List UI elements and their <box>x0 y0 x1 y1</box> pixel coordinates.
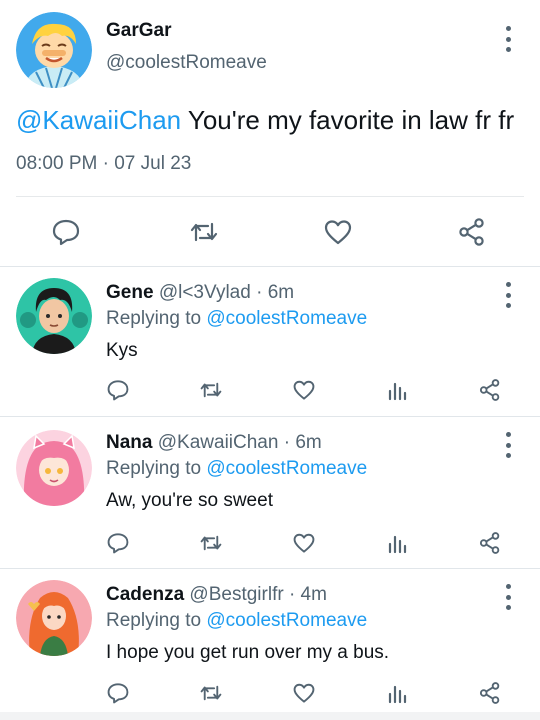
bottom-separator <box>0 712 540 720</box>
replying-to: Replying to @coolestRomeave <box>106 610 367 632</box>
divider <box>0 416 540 417</box>
divider <box>16 196 524 197</box>
user-handle[interactable]: @coolestRomeave <box>106 52 267 74</box>
reply-icon[interactable] <box>102 529 134 557</box>
replying-to-label: Replying to <box>106 308 207 329</box>
replying-to-label: Replying to <box>106 610 207 631</box>
replying-to-link[interactable]: @coolestRomeave <box>206 308 367 329</box>
replying-to-label: Replying to <box>106 458 207 479</box>
share-icon[interactable] <box>474 529 506 557</box>
reply-tweet: Nana @KawaiiChan · 6m Replying to @coole… <box>0 416 540 568</box>
reply-header: Gene @l<3Vylad · 6m <box>106 282 294 304</box>
avatar-nana-image <box>16 430 92 506</box>
like-icon[interactable] <box>288 679 320 707</box>
retweet-icon[interactable] <box>195 679 227 707</box>
reply-text: Kys <box>106 340 138 361</box>
tweet-body: You're my favorite in law fr fr <box>181 105 515 135</box>
divider <box>0 568 540 569</box>
share-icon[interactable] <box>474 376 506 404</box>
more-options-icon[interactable] <box>500 26 516 52</box>
display-name[interactable]: Gene <box>106 282 154 303</box>
avatar-gargar[interactable] <box>16 12 92 88</box>
display-name[interactable]: Cadenza <box>106 584 184 605</box>
main-tweet: GarGar @coolestRomeave @KawaiiChan You'r… <box>0 0 540 266</box>
retweet-icon[interactable] <box>195 529 227 557</box>
retweet-icon[interactable] <box>195 376 227 404</box>
user-handle[interactable]: @KawaiiChan · 6m <box>158 432 322 453</box>
reply-icon[interactable] <box>102 679 134 707</box>
analytics-icon[interactable] <box>381 679 413 707</box>
replying-to: Replying to @coolestRomeave <box>106 458 367 480</box>
share-icon[interactable] <box>454 217 490 247</box>
reply-header: Nana @KawaiiChan · 6m <box>106 432 322 454</box>
reply-text: Aw, you're so sweet <box>106 490 273 511</box>
like-icon[interactable] <box>288 529 320 557</box>
reply-tweet: Cadenza @Bestgirlfr · 4m Replying to @co… <box>0 568 540 714</box>
tweet-text: @KawaiiChan You're my favorite in law fr… <box>16 103 514 137</box>
replying-to-link[interactable]: @coolestRomeave <box>206 610 367 631</box>
reply-header: Cadenza @Bestgirlfr · 4m <box>106 584 327 606</box>
share-icon[interactable] <box>474 679 506 707</box>
more-options-icon[interactable] <box>500 432 516 458</box>
display-name[interactable]: Nana <box>106 432 152 453</box>
user-handle[interactable]: @Bestgirlfr · 4m <box>189 584 327 605</box>
like-icon[interactable] <box>288 376 320 404</box>
avatar-gargar-image <box>16 12 92 88</box>
analytics-icon[interactable] <box>381 529 413 557</box>
avatar-gene[interactable] <box>16 278 92 354</box>
reply-text: I hope you get run over my a bus. <box>106 642 390 663</box>
reply-icon[interactable] <box>48 217 84 247</box>
tweet-timestamp[interactable]: 08:00 PM · 07 Jul 23 <box>16 153 191 175</box>
analytics-icon[interactable] <box>381 376 413 404</box>
more-options-icon[interactable] <box>500 584 516 610</box>
reply-tweet: Gene @l<3Vylad · 6m Replying to @coolest… <box>0 266 540 416</box>
mention-link[interactable]: @KawaiiChan <box>16 105 181 135</box>
display-name[interactable]: GarGar <box>106 20 171 42</box>
avatar-cadenza[interactable] <box>16 580 92 656</box>
avatar-gene-image <box>16 278 92 354</box>
retweet-icon[interactable] <box>186 217 222 247</box>
like-icon[interactable] <box>320 217 356 247</box>
replying-to-link[interactable]: @coolestRomeave <box>206 458 367 479</box>
reply-icon[interactable] <box>102 376 134 404</box>
avatar-cadenza-image <box>16 580 92 656</box>
more-options-icon[interactable] <box>500 282 516 308</box>
user-handle[interactable]: @l<3Vylad · 6m <box>159 282 294 303</box>
avatar-nana[interactable] <box>16 430 92 506</box>
replying-to: Replying to @coolestRomeave <box>106 308 367 330</box>
